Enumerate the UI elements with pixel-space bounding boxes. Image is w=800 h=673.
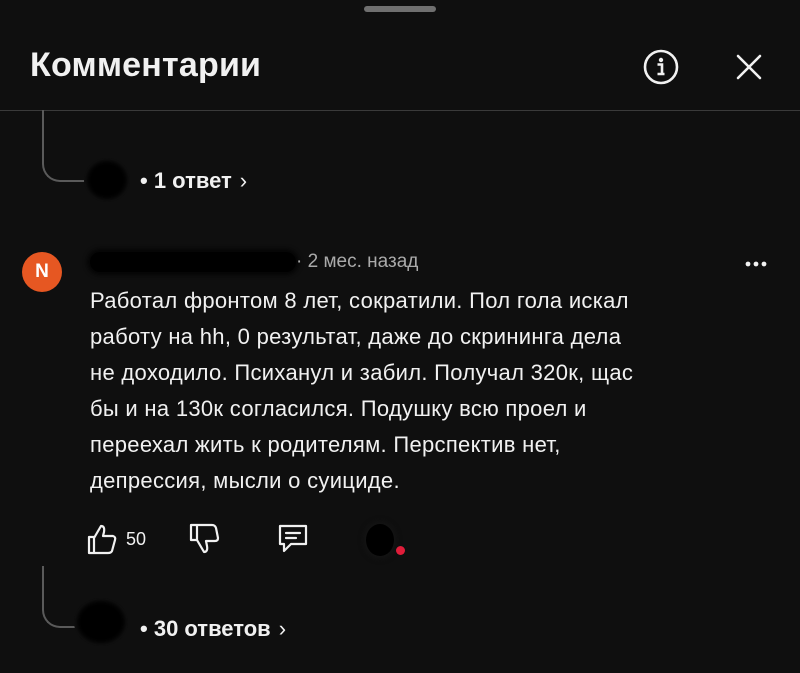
replies-link[interactable]: • 1 ответ › <box>140 168 247 194</box>
more-options-button[interactable] <box>742 254 772 274</box>
comment-line: не доходило. Психанул и забил. Получал 3… <box>90 360 634 385</box>
info-icon <box>643 49 679 85</box>
comment-time: · 2 мес. назад <box>296 251 419 272</box>
avatar <box>74 598 128 646</box>
chevron-right-icon: › <box>239 168 248 193</box>
replies-count-label: 30 ответов <box>153 616 271 641</box>
like-count: 50 <box>126 529 147 549</box>
comment-text: Работал фронтом 8 лет, сократили. Пол го… <box>90 283 750 499</box>
close-button[interactable] <box>730 48 768 86</box>
avatar <box>84 158 130 202</box>
comment-line: депрессия, мысли о суициде. <box>90 468 400 493</box>
bullet: • <box>140 616 154 641</box>
reply-button[interactable] <box>276 522 310 561</box>
avatar <box>366 524 394 556</box>
comments-header: Комментарии <box>0 0 800 111</box>
thread-connector <box>42 110 88 182</box>
author-avatar[interactable]: N <box>22 252 62 292</box>
dislike-button[interactable] <box>188 522 220 561</box>
page-title: Комментарии <box>30 46 262 84</box>
reply-icon <box>278 524 308 553</box>
more-vert-icon <box>745 261 767 267</box>
close-icon <box>736 54 762 80</box>
comment-line: бы и на 130к согласился. Подушку всю про… <box>90 396 587 421</box>
thumb-down-icon <box>189 523 220 554</box>
comment-line: переехал жить к родителям. Перспектив не… <box>90 432 561 457</box>
replies-link[interactable]: • 30 ответов › <box>140 616 286 642</box>
heart-badge <box>396 546 405 555</box>
author-name-redacted[interactable] <box>90 252 296 272</box>
replies-count-label: 1 ответ <box>153 168 232 193</box>
thumb-up-icon <box>87 524 117 555</box>
like-button[interactable] <box>86 522 118 561</box>
info-button[interactable] <box>642 48 680 86</box>
time-label: 2 мес. назад <box>307 251 419 272</box>
bullet: • <box>140 168 154 193</box>
comment-line: работу на hh, 0 результат, даже до скрин… <box>90 324 622 349</box>
comment-line: Работал фронтом 8 лет, сократили. Пол го… <box>90 288 629 313</box>
chevron-right-icon: › <box>278 616 287 641</box>
